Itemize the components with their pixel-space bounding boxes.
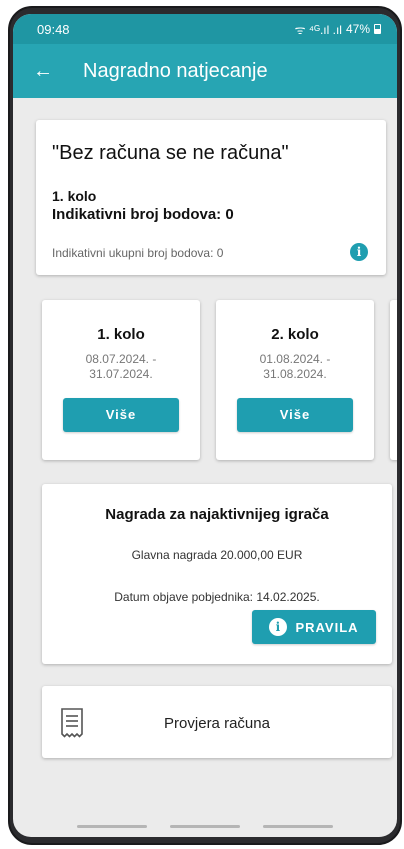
round-more-button[interactable]: Više — [237, 398, 353, 432]
signal-icon: ᯤ ⁴ᴳ.ıl .ıl — [294, 22, 342, 37]
info-icon: i — [269, 618, 288, 636]
rules-button-label: PRAVILA — [295, 619, 359, 635]
prize-title: Nagrada za najaktivnijeg igrača — [105, 506, 329, 523]
receipt-check-card[interactable]: Provjera računa — [42, 686, 392, 758]
indicative-total-points: Indikativni ukupni broj bodova: 0 — [52, 246, 224, 260]
round-more-button[interactable]: Više — [63, 398, 179, 432]
round-card-partial — [390, 300, 397, 460]
indicative-points: Indikativni broj bodova: 0 — [52, 206, 234, 223]
round-card: 1. kolo 08.07.2024. - 31.07.2024. Više — [42, 300, 200, 460]
system-nav-bar — [13, 825, 397, 829]
status-time: 09:48 — [37, 21, 70, 37]
phone-frame: 09:48 ᯤ ⁴ᴳ.ıl .ıl 47% ← Nagradno natjeca… — [8, 6, 402, 845]
nav-recent-button[interactable] — [76, 825, 147, 828]
page-title: Nagradno natjecanje — [83, 59, 268, 82]
screen: 09:48 ᯤ ⁴ᴳ.ıl .ıl 47% ← Nagradno natjeca… — [13, 14, 397, 837]
nav-back-button[interactable] — [263, 825, 334, 828]
nav-home-button[interactable] — [169, 825, 240, 828]
app-bar: ← Nagradno natjecanje — [13, 44, 397, 98]
round-name: 2. kolo — [271, 326, 319, 343]
round-dates: 01.08.2024. - 31.08.2024. — [259, 352, 331, 381]
battery-level: 47% — [345, 22, 370, 36]
round-dates: 08.07.2024. - 31.07.2024. — [85, 352, 157, 381]
status-indicators: ᯤ ⁴ᴳ.ıl .ıl 47% — [295, 21, 381, 38]
receipt-check-label: Provjera računa — [164, 715, 270, 732]
main-prize-text: Glavna nagrada 20.000,00 EUR — [131, 548, 303, 562]
rules-button[interactable]: i PRAVILA — [252, 610, 376, 644]
prize-card: Nagrada za najaktivnijeg igrača Glavna n… — [42, 484, 392, 664]
campaign-card: "Bez računa se ne računa" 1. kolo Indika… — [36, 120, 386, 275]
info-icon[interactable]: i — [350, 243, 368, 261]
back-arrow-icon[interactable]: ← — [33, 60, 63, 83]
round-name: 1. kolo — [97, 326, 145, 343]
announcement-date: Datum objave pobjednika: 14.02.2025. — [114, 590, 320, 604]
status-bar: 09:48 ᯤ ⁴ᴳ.ıl .ıl 47% — [13, 14, 397, 44]
battery-icon — [374, 24, 381, 34]
campaign-title: "Bez računa se ne računa" — [52, 142, 289, 164]
round-card: 2. kolo 01.08.2024. - 31.08.2024. Više — [216, 300, 374, 460]
current-round: 1. kolo — [52, 188, 97, 204]
